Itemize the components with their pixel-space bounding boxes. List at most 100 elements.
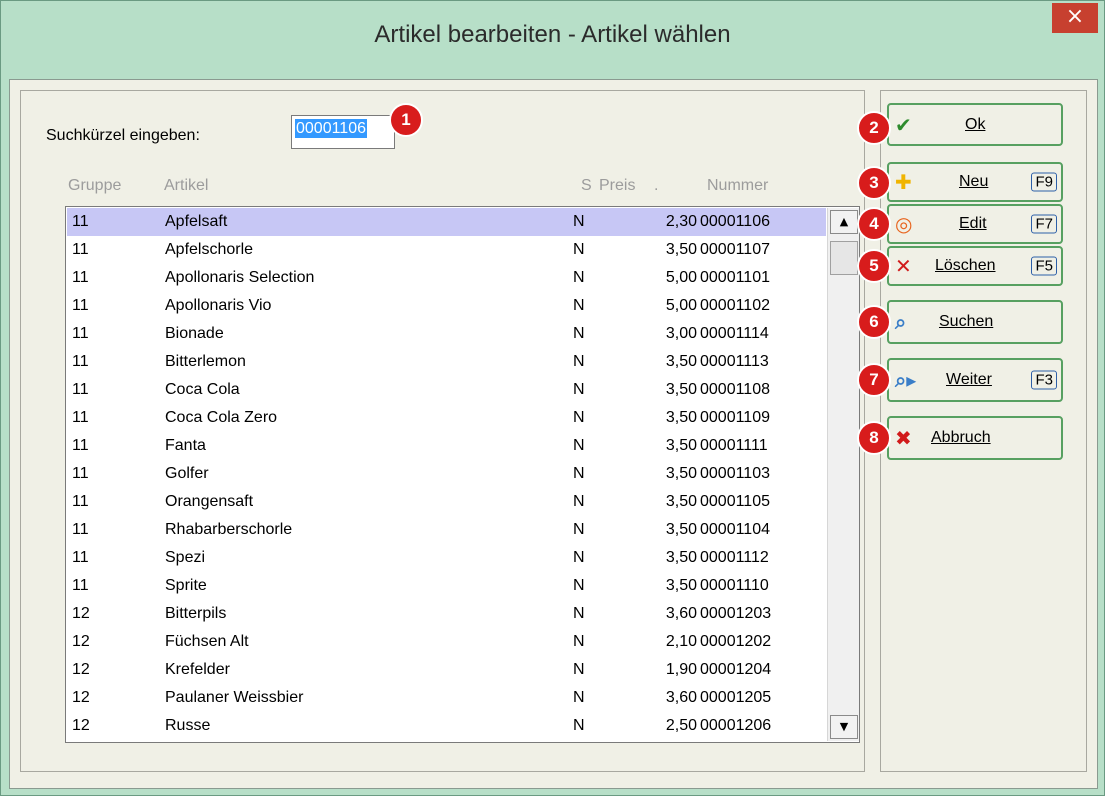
title-bar[interactable]: Artikel bearbeiten - Artikel wählen × — [1, 1, 1104, 79]
column-header-nummer[interactable]: Nummer — [707, 177, 768, 195]
table-row[interactable]: 11 Apollonaris Selection N 5,00 00001101 — [67, 264, 826, 292]
cell-preis: 2,10 — [665, 633, 697, 650]
cell-nummer: 00001202 — [700, 633, 772, 650]
table-row[interactable]: 12 Krefelder N 1,90 00001204 — [67, 656, 826, 684]
table-row[interactable]: 11 Apollonaris Vio N 5,00 00001102 — [67, 292, 826, 320]
cell-artikel: Bitterpils — [165, 605, 227, 622]
cell-gruppe: 11 — [72, 493, 89, 510]
table-row[interactable]: 11 Orangensaft N 3,50 00001105 — [67, 488, 826, 516]
article-panel: Suchkürzel eingeben: 00001106 Gruppe Art… — [20, 90, 865, 772]
annotation-badge-2: 2 — [857, 111, 891, 145]
cell-artikel: Russe — [165, 717, 211, 734]
suchen-button[interactable]: ⌕ Suchen — [887, 300, 1063, 344]
cell-artikel: Apfelsaft — [165, 213, 228, 230]
cell-nummer: 00001206 — [700, 717, 772, 734]
cell-nummer: 00001109 — [700, 409, 770, 426]
cell-s: N — [573, 213, 585, 230]
magnifier-next-icon: ⌕▸ — [895, 368, 917, 392]
cell-s: N — [573, 409, 585, 426]
cell-artikel: Bionade — [165, 325, 224, 342]
table-row[interactable]: 11 Golfer N 3,50 00001103 — [67, 460, 826, 488]
cell-s: N — [573, 521, 585, 538]
cell-gruppe: 11 — [72, 409, 89, 426]
edit-button[interactable]: ◎ Edit F7 — [887, 204, 1063, 244]
table-row[interactable]: 11 Spezi N 3,50 00001112 — [67, 544, 826, 572]
cell-artikel: Orangensaft — [165, 493, 254, 510]
cell-s: N — [573, 549, 585, 566]
table-row[interactable]: 11 Rhabarberschorle N 3,50 00001104 — [67, 516, 826, 544]
weiter-button[interactable]: ⌕▸ Weiter F3 — [887, 358, 1063, 402]
cell-nummer: 00001204 — [700, 661, 772, 678]
cell-preis: 3,50 — [665, 437, 697, 454]
cell-preis: 5,00 — [665, 269, 697, 286]
table-row[interactable]: 11 Apfelsaft N 2,30 00001106 — [67, 208, 826, 236]
vertical-scrollbar[interactable]: ▲ ▼ — [827, 208, 859, 741]
cell-nummer: 00001203 — [700, 605, 772, 622]
ring-icon: ◎ — [895, 212, 913, 236]
cell-nummer: 00001205 — [700, 689, 772, 706]
table-row[interactable]: 12 Füchsen Alt N 2,10 00001202 — [67, 628, 826, 656]
magnifier-icon: ⌕ — [895, 310, 907, 334]
cell-s: N — [573, 577, 585, 594]
close-icon: × — [1065, 4, 1085, 29]
cell-gruppe: 11 — [72, 297, 89, 314]
scroll-up-button[interactable]: ▲ — [830, 210, 858, 234]
cell-gruppe: 11 — [72, 437, 89, 454]
table-row[interactable]: 11 Bitterlemon N 3,50 00001113 — [67, 348, 826, 376]
article-list[interactable]: 11 Apfelsaft N 2,30 00001106 11 Apfelschorle N 3… — [65, 206, 860, 743]
cell-preis: 5,00 — [665, 297, 697, 314]
cell-gruppe: 11 — [72, 549, 89, 566]
cell-nummer: 00001114 — [700, 325, 769, 342]
close-button[interactable]: × — [1052, 3, 1098, 33]
cell-nummer: 00001113 — [700, 353, 769, 370]
cell-nummer: 00001110 — [700, 577, 769, 594]
cell-gruppe: 12 — [72, 717, 90, 734]
table-row[interactable]: 11 Coca Cola Zero N 3,50 00001109 — [67, 404, 826, 432]
cell-gruppe: 11 — [72, 269, 89, 286]
neu-button[interactable]: ✚ Neu F9 — [887, 162, 1063, 202]
loeschen-label: Löschen — [935, 257, 996, 274]
cell-s: N — [573, 353, 585, 370]
cell-gruppe: 11 — [72, 577, 89, 594]
cell-nummer: 00001108 — [700, 381, 770, 398]
cancel-icon: ✖ — [895, 426, 912, 450]
search-input[interactable]: 00001106 — [291, 115, 395, 149]
table-row[interactable]: 11 Bionade N 3,00 00001114 — [67, 320, 826, 348]
scroll-down-button[interactable]: ▼ — [830, 715, 858, 739]
cell-artikel: Rhabarberschorle — [165, 521, 293, 538]
cell-s: N — [573, 297, 585, 314]
cell-preis: 3,50 — [665, 381, 697, 398]
cell-gruppe: 12 — [72, 689, 90, 706]
column-header-artikel[interactable]: Artikel — [164, 177, 208, 195]
cell-preis: 3,50 — [665, 465, 697, 482]
cell-nummer: 00001103 — [700, 465, 770, 482]
cell-s: N — [573, 661, 585, 678]
abbruch-button[interactable]: ✖ Abbruch — [887, 416, 1063, 460]
table-row[interactable]: 12 Paulaner Weissbier N 3,60 00001205 — [67, 684, 826, 712]
cell-nummer: 00001104 — [700, 521, 770, 538]
column-header-s[interactable]: S — [581, 177, 592, 195]
cell-nummer: 00001106 — [700, 213, 770, 230]
cell-gruppe: 11 — [72, 241, 89, 258]
table-row[interactable]: 12 Bitterpils N 3,60 00001203 — [67, 600, 826, 628]
annotation-badge-6: 6 — [857, 305, 891, 339]
loeschen-button[interactable]: ✕ Löschen F5 — [887, 246, 1063, 286]
table-row[interactable]: 11 Coca Cola N 3,50 00001108 — [67, 376, 826, 404]
cell-artikel: Füchsen Alt — [165, 633, 249, 650]
table-row[interactable]: 12 Russe N 2,50 00001206 — [67, 712, 826, 740]
cell-artikel: Sprite — [165, 577, 207, 594]
table-row[interactable]: 11 Sprite N 3,50 00001110 — [67, 572, 826, 600]
column-header-gruppe[interactable]: Gruppe — [68, 177, 121, 195]
scroll-thumb[interactable] — [830, 241, 858, 275]
cell-preis: 2,50 — [665, 717, 697, 734]
ok-button[interactable]: ✔ Ok — [887, 103, 1063, 146]
table-row[interactable]: 11 Apfelschorle N 3,50 00001107 — [67, 236, 826, 264]
ok-label: Ok — [965, 115, 986, 133]
cell-artikel: Krefelder — [165, 661, 230, 678]
column-header-preis[interactable]: Preis — [599, 177, 635, 195]
cell-artikel: Paulaner Weissbier — [165, 689, 304, 706]
table-row[interactable]: 11 Fanta N 3,50 00001111 — [67, 432, 826, 460]
cell-nummer: 00001105 — [700, 493, 770, 510]
cell-s: N — [573, 325, 585, 342]
cell-gruppe: 11 — [72, 213, 89, 230]
